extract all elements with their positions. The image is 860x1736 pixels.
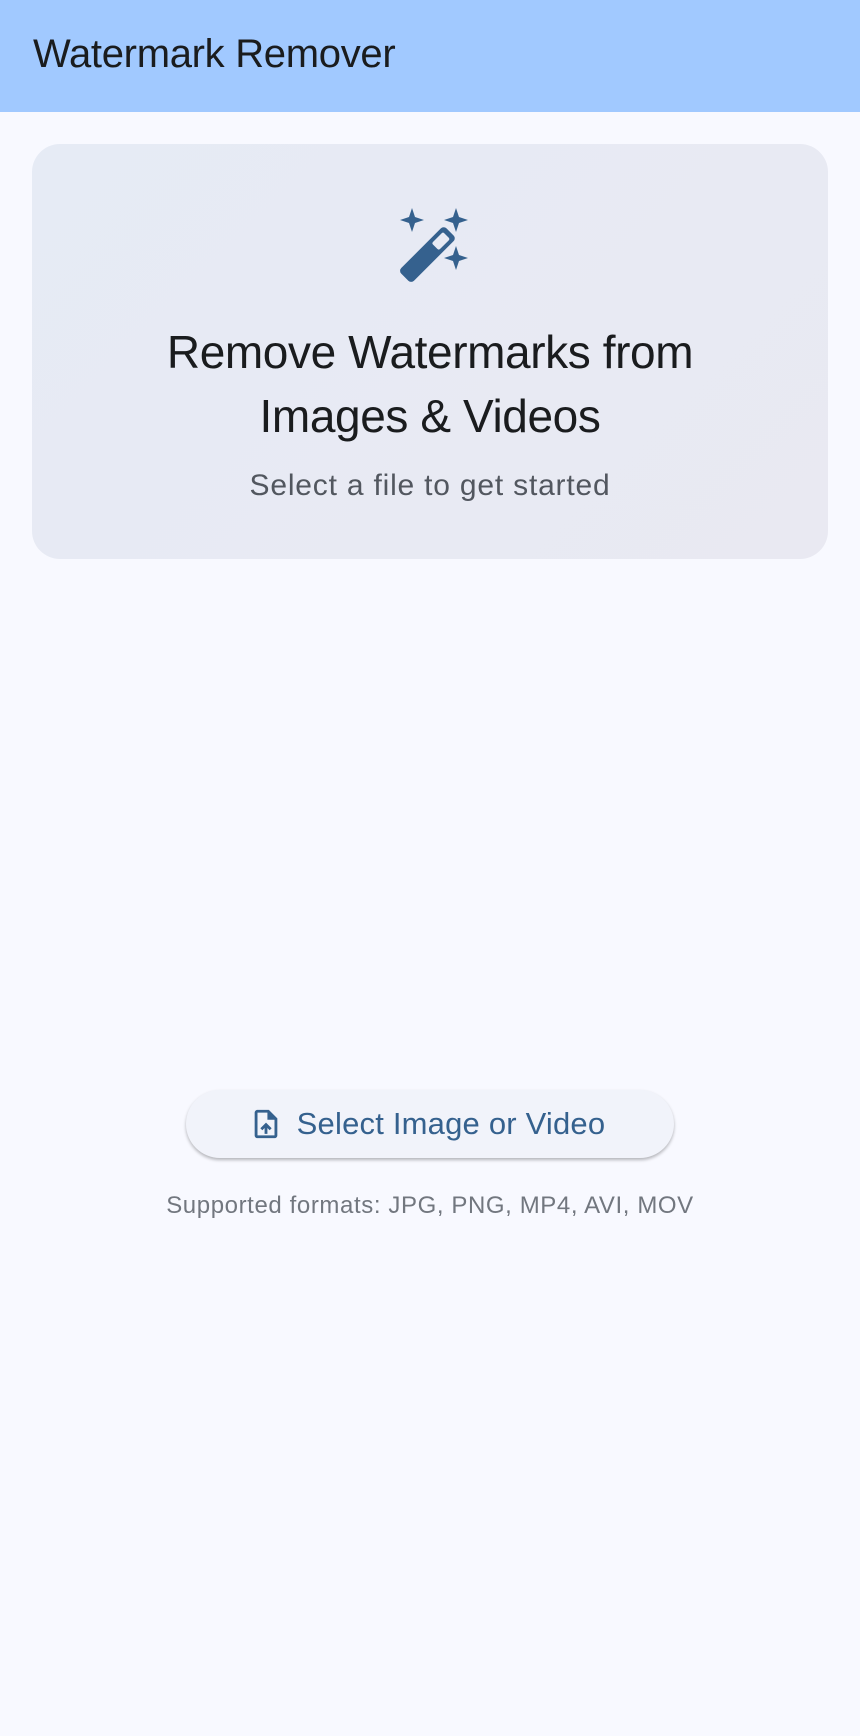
select-file-button[interactable]: Select Image or Video <box>186 1090 674 1158</box>
hero-card: Remove Watermarks from Images & Videos S… <box>32 144 828 559</box>
magic-wand-icon <box>400 208 468 282</box>
hero-title-line-2: Images & Videos <box>259 390 601 442</box>
hero-title: Remove Watermarks from Images & Videos <box>32 320 828 448</box>
hero-title-line-1: Remove Watermarks from <box>166 326 694 378</box>
supported-formats-text: Supported formats: JPG, PNG, MP4, AVI, M… <box>166 1192 694 1219</box>
select-file-label: Select Image or Video <box>296 1106 606 1141</box>
app-title: Watermark Remover <box>33 31 396 76</box>
file-upload-icon <box>254 1109 278 1139</box>
hero-subtitle: Select a file to get started <box>249 469 611 502</box>
app-bar: Watermark Remover <box>0 0 860 112</box>
